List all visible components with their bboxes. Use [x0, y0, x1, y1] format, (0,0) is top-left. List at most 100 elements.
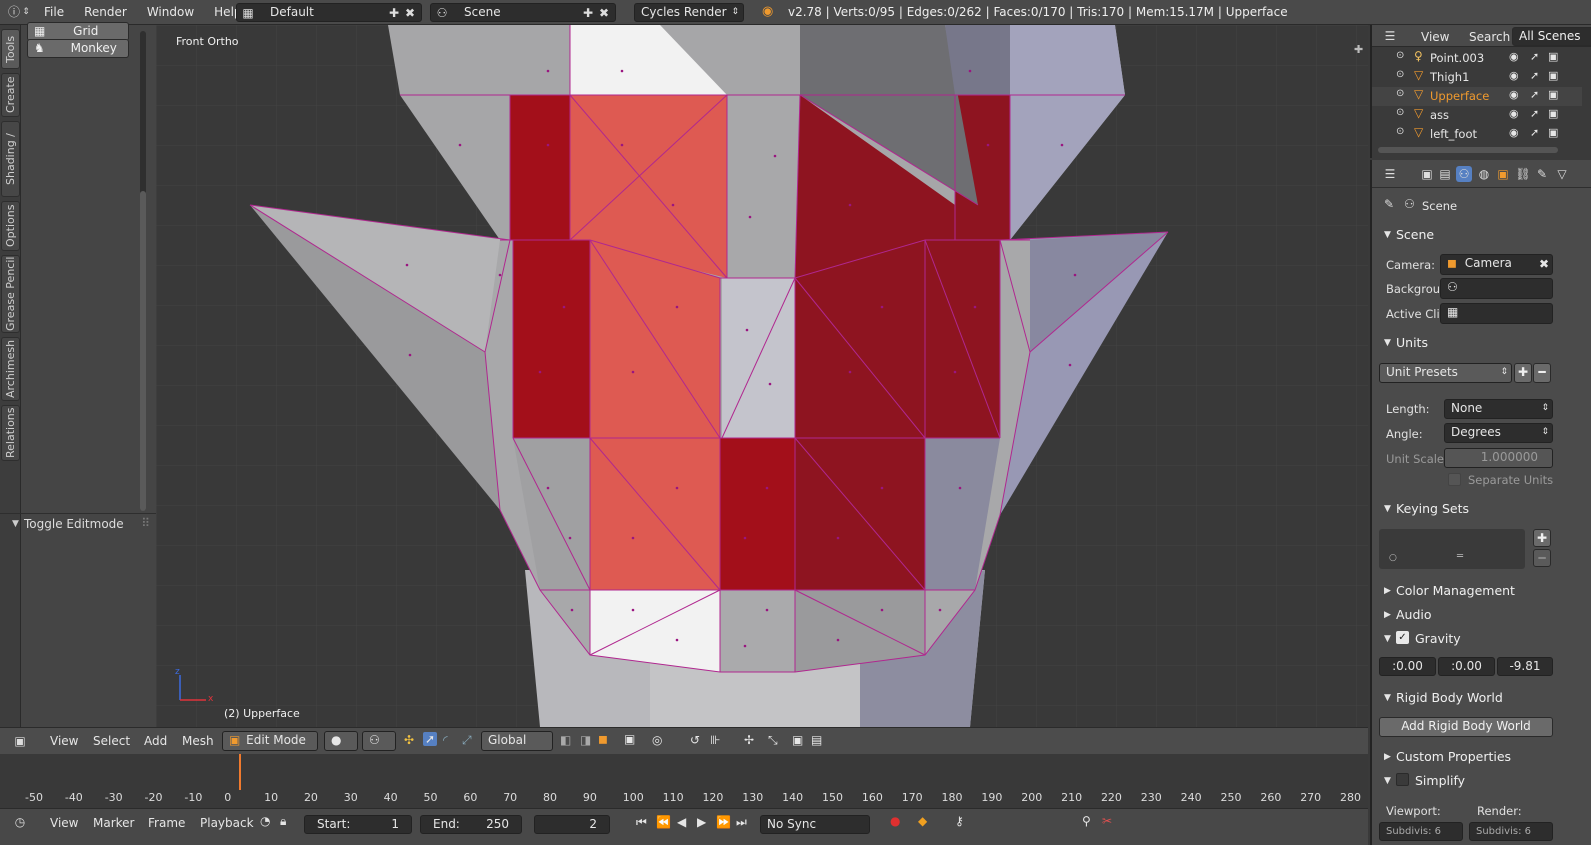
remove-preset-button[interactable]: ━: [1533, 363, 1551, 383]
render-animation-icon[interactable]: ▤: [811, 733, 822, 747]
outliner-item-label[interactable]: Upperface: [1430, 89, 1489, 103]
snap-target-icon[interactable]: ⤡: [768, 733, 778, 748]
expand-toggle-icon[interactable]: ⊙: [1396, 50, 1404, 61]
jump-keyframe-forward-icon[interactable]: ⏩: [716, 815, 731, 829]
audio-title[interactable]: Audio: [1396, 607, 1432, 622]
constraints-tab-icon[interactable]: ⛓: [1515, 166, 1531, 182]
start-frame-field[interactable]: Start: 1: [304, 815, 412, 834]
angle-dropdown[interactable]: Degrees ⇕: [1444, 423, 1553, 443]
scene-selector[interactable]: ⚇ Scene ✚ ✖: [430, 3, 616, 22]
menu-file[interactable]: File: [34, 0, 74, 25]
visibility-eye-icon[interactable]: ◉: [1509, 69, 1519, 82]
select-cursor-icon[interactable]: ➚: [1530, 69, 1539, 82]
select-cursor-icon[interactable]: ➚: [1530, 50, 1539, 63]
select-cursor-icon[interactable]: ➚: [1530, 126, 1539, 139]
mesh-canvas[interactable]: x z: [156, 25, 1368, 727]
toolshelf-scrollbar[interactable]: [140, 31, 146, 511]
visibility-eye-icon[interactable]: ◉: [1509, 88, 1519, 101]
timeline-menu-playback[interactable]: Playback: [200, 816, 254, 830]
3d-viewport[interactable]: x z Front Ortho (2) Upperface ✚: [156, 25, 1368, 727]
simplify-title[interactable]: Simplify: [1415, 773, 1465, 788]
gravity-y-field[interactable]: :0.00: [1438, 657, 1495, 676]
properties-editor-icon[interactable]: ☰: [1382, 166, 1398, 182]
view3d-menu-view[interactable]: View: [50, 734, 78, 748]
outliner-item-label[interactable]: ass: [1430, 108, 1449, 122]
expand-toggle-icon[interactable]: ⊙: [1396, 88, 1404, 99]
play-reverse-icon[interactable]: ◀: [677, 815, 686, 829]
menu-window[interactable]: Window: [137, 0, 204, 25]
expand-toggle-icon[interactable]: ⊙: [1396, 107, 1404, 118]
outliner-item-label[interactable]: Point.003: [1430, 51, 1484, 65]
outliner-hscrollbar[interactable]: [1378, 147, 1558, 153]
timeline-menu-frame[interactable]: Frame: [148, 816, 185, 830]
tab-create[interactable]: Create: [1, 73, 20, 117]
render-camera-icon[interactable]: ▣: [1548, 88, 1558, 101]
rigid-body-title[interactable]: Rigid Body World: [1396, 690, 1503, 705]
keying-sets-list[interactable]: ═ ○: [1379, 529, 1525, 569]
triangle-down-icon[interactable]: ▼: [1384, 776, 1391, 786]
add-keying-set-button[interactable]: ✚: [1533, 529, 1551, 547]
scrollbar-thumb[interactable]: [140, 191, 146, 511]
render-camera-icon[interactable]: ▣: [1548, 69, 1558, 82]
play-icon[interactable]: ▶: [697, 815, 706, 829]
scale-manipulator-icon[interactable]: ⤢: [462, 733, 472, 748]
vertex-select-icon[interactable]: ◧: [560, 733, 571, 747]
preview-range-icon[interactable]: ◔: [260, 814, 270, 828]
add-layout-icon[interactable]: ✚: [386, 5, 402, 21]
visibility-eye-icon[interactable]: ◉: [1509, 50, 1519, 63]
add-rigid-body-world-button[interactable]: Add Rigid Body World: [1379, 717, 1553, 737]
keyframe-icon[interactable]: ◆: [918, 814, 927, 828]
mode-dropdown[interactable]: ▣ Edit Mode: [222, 731, 318, 751]
menu-render[interactable]: Render: [74, 0, 137, 25]
color-management-title[interactable]: Color Management: [1396, 583, 1515, 598]
keying-set-icon[interactable]: ⚷: [955, 814, 964, 828]
render-subdiv-field[interactable]: Subdivis: 6: [1469, 822, 1553, 841]
outliner-row[interactable]: ⊙ ▽ Thigh1 ◉ ➚ ▣: [1372, 68, 1582, 87]
render-camera-icon[interactable]: ▣: [1548, 50, 1558, 63]
custom-properties-title[interactable]: Custom Properties: [1396, 749, 1511, 764]
remove-scene-icon[interactable]: ✖: [596, 5, 612, 21]
units-panel-title[interactable]: Units: [1396, 335, 1428, 350]
outliner-item-label[interactable]: left_foot: [1430, 127, 1477, 141]
scene-tab-icon[interactable]: ⚇: [1456, 166, 1472, 182]
snap-icon[interactable]: ✢: [744, 733, 754, 747]
world-tab-icon[interactable]: ◍: [1476, 166, 1492, 182]
triangle-right-icon[interactable]: ▶: [1384, 752, 1391, 762]
mirror-icon[interactable]: ↺: [690, 733, 700, 747]
jump-keyframe-back-icon[interactable]: ⏪: [656, 815, 671, 829]
keying-sets-title[interactable]: Keying Sets: [1396, 501, 1469, 516]
manipulator-toggle-icon[interactable]: ✣: [404, 733, 414, 747]
sync-dropdown[interactable]: No Sync: [760, 815, 870, 834]
pin-icon[interactable]: ✎: [1384, 197, 1394, 211]
insert-key-icon[interactable]: ⚲: [1082, 814, 1091, 828]
background-field[interactable]: ⚇: [1440, 278, 1553, 299]
visibility-eye-icon[interactable]: ◉: [1509, 126, 1519, 139]
timeline-area[interactable]: -50 -40 -30 -20 -10 0 10 20 30 40 50 60 70 80 90 100 110…: [0, 754, 1368, 808]
remove-keying-set-button[interactable]: ━: [1533, 549, 1551, 567]
visibility-eye-icon[interactable]: ◉: [1509, 107, 1519, 120]
proportional-edit-icon[interactable]: ◎: [652, 733, 662, 747]
outliner-editor-icon[interactable]: ☰: [1382, 28, 1398, 44]
edge-select-icon[interactable]: ◨: [580, 733, 591, 747]
region-expand-icon[interactable]: ✚: [1354, 43, 1363, 56]
info-editor-icon[interactable]: ⓘ: [6, 4, 22, 20]
view3d-menu-select[interactable]: Select: [93, 734, 130, 748]
gravity-z-field[interactable]: -9.81: [1497, 657, 1553, 676]
outliner-filter-dropdown[interactable]: All Scenes: [1512, 27, 1591, 46]
viewport-subdiv-field[interactable]: Subdivis: 6: [1379, 822, 1463, 841]
current-frame-marker[interactable]: [239, 754, 241, 790]
triangle-down-icon[interactable]: ▼: [1384, 230, 1391, 240]
triangle-down-icon[interactable]: ▼: [1384, 634, 1391, 644]
gravity-title[interactable]: Gravity: [1415, 631, 1461, 646]
add-preset-button[interactable]: ✚: [1514, 363, 1532, 383]
outliner-row[interactable]: ⊙ ▽ ass ◉ ➚ ▣: [1372, 106, 1582, 125]
snap-element-icon[interactable]: ⊪: [710, 733, 720, 747]
outliner-row[interactable]: ⊙ ▽ left_foot ◉ ➚ ▣: [1372, 125, 1582, 144]
face-select-icon[interactable]: ◼: [598, 732, 608, 746]
3d-view-editor-icon[interactable]: ▣: [12, 733, 28, 749]
outliner-menu-view[interactable]: View: [1421, 30, 1449, 44]
triangle-down-icon[interactable]: ▼: [1384, 338, 1391, 348]
separate-units-checkbox[interactable]: [1448, 473, 1461, 486]
jump-end-icon[interactable]: ⏭: [736, 815, 747, 830]
timeline-menu-marker[interactable]: Marker: [93, 816, 134, 830]
